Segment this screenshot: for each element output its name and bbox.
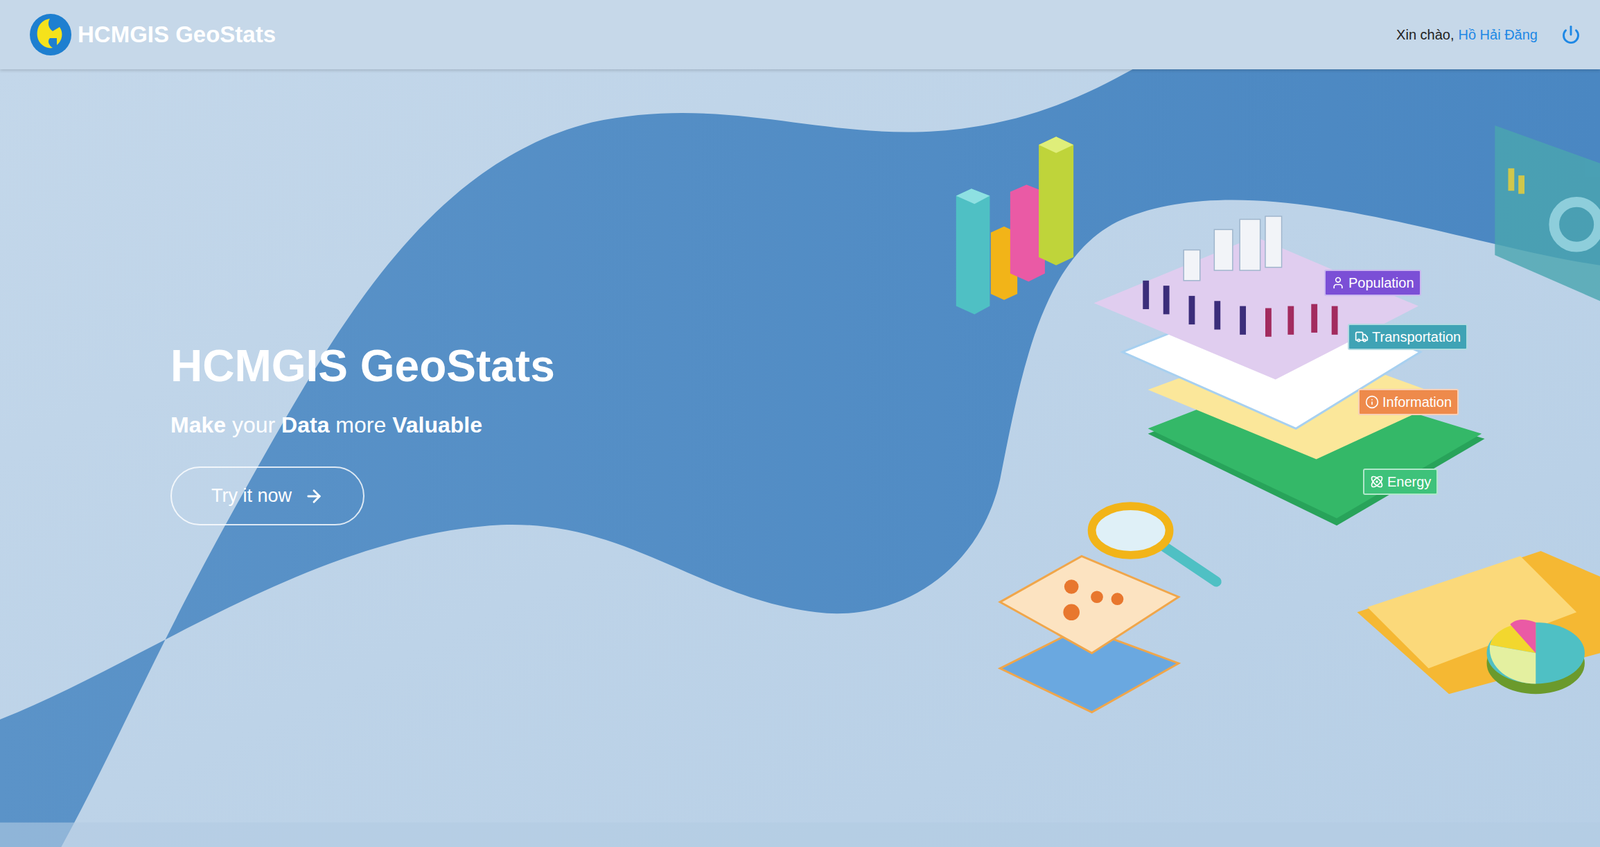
app-page: HCMGIS GeoStats Xin chào,Hồ Hải Đăng Popul…	[0, 0, 1600, 847]
layer-icon	[1365, 394, 1379, 409]
arrow-right-icon	[304, 486, 324, 506]
data-layers-icon	[1094, 216, 1485, 526]
report-chart-icon	[1357, 550, 1600, 694]
hero-title: HCMGIS GeoStats	[170, 339, 556, 393]
user-area: Xin chào,Hồ Hải Đăng	[1396, 22, 1584, 48]
logo-icon	[29, 13, 73, 57]
layer-label: Information	[1358, 388, 1459, 416]
top-navbar: HCMGIS GeoStats Xin chào,Hồ Hải Đăng	[0, 0, 1600, 70]
logout-button[interactable]	[1558, 22, 1584, 48]
layer-icon	[1331, 275, 1345, 290]
app-name: HCMGIS GeoStats	[77, 17, 276, 52]
layer-label: Transportation	[1347, 323, 1468, 350]
layer-icon	[1354, 329, 1369, 344]
wave-shape	[0, 69, 1600, 847]
hero-subtitle: Make your Data more Valuable	[170, 411, 483, 438]
bar-chart-icon	[956, 136, 1074, 314]
user-name[interactable]: Hồ Hải Đăng	[1457, 24, 1538, 46]
brand[interactable]: HCMGIS GeoStats	[29, 13, 276, 57]
map-analysis-icon	[999, 505, 1217, 712]
layer-icon	[1369, 474, 1384, 489]
hero-section: Population Transportation Information Energ…	[0, 69, 1600, 847]
layer-label: Energy	[1363, 468, 1438, 495]
power-icon	[1561, 24, 1581, 45]
try-it-now-button[interactable]: Try it now	[170, 466, 365, 526]
layer-label: Population	[1324, 269, 1422, 296]
hero-content: HCMGIS GeoStats Make your Data more Valua…	[0, 69, 1600, 526]
dashboard-panel-icon	[1494, 125, 1600, 301]
greeting: Xin chào,	[1396, 24, 1454, 46]
hero-background-illustration	[0, 69, 1600, 847]
